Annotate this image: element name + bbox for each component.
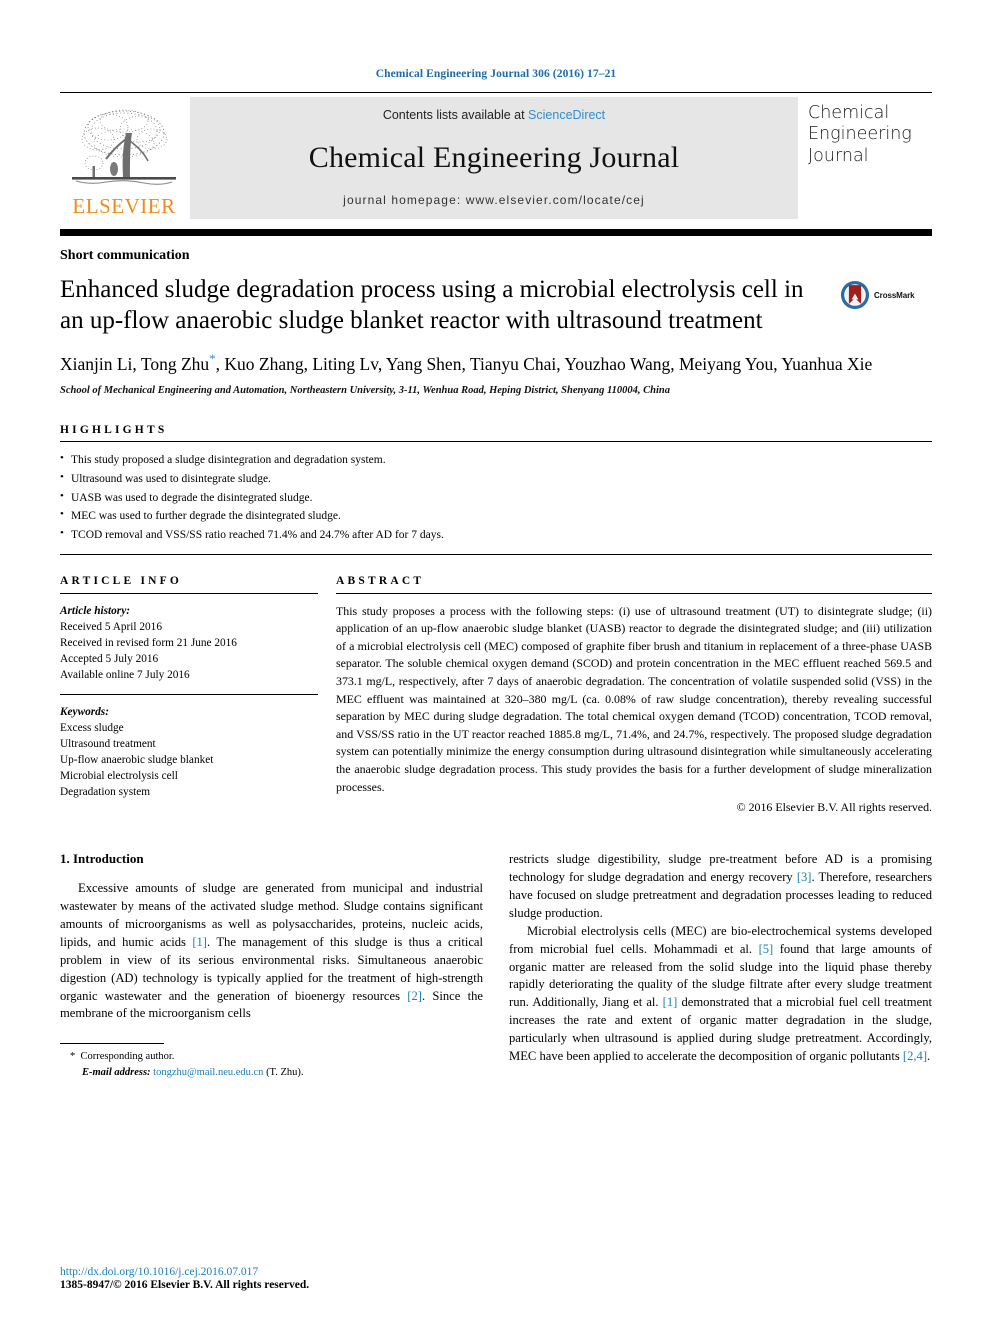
abstract-section: ABSTRACT This study proposes a process w… [336, 575, 932, 816]
section-heading-introduction: 1. Introduction [60, 851, 144, 867]
elsevier-wordmark: ELSEVIER [72, 194, 176, 218]
article-type: Short communication [60, 248, 190, 263]
body-column-left: 1. Introduction Excessive amounts of slu… [60, 851, 483, 1081]
abstract-copyright: © 2016 Elsevier B.V. All rights reserved… [736, 800, 932, 815]
body-columns: 1. Introduction Excessive amounts of slu… [60, 851, 932, 1081]
body-column-right: restricts sludge digestibility, sludge p… [509, 851, 932, 1081]
cover-title-line-3: Journal [808, 145, 869, 166]
article-history: Article history: Received 5 April 2016 R… [60, 603, 318, 683]
intro-paragraph-right-2: Microbial electrolysis cells (MEC) are b… [509, 923, 932, 1066]
keyword-item: Microbial electrolysis cell [60, 769, 178, 782]
keywords-head: Keywords: [60, 705, 109, 718]
keywords-block: Keywords: Excess sludge Ultrasound treat… [60, 704, 318, 800]
footnote-rule [60, 1043, 164, 1045]
sciencedirect-link[interactable]: ScienceDirect [528, 108, 605, 122]
cover-title: Chemical Engineering Journal [808, 103, 912, 167]
history-line: Received in revised form 21 June 2016 [60, 636, 237, 649]
page-title: Enhanced sludge degradation process usin… [60, 276, 804, 334]
list-item: UASB was used to degrade the disintegrat… [60, 488, 932, 508]
elsevier-tree-icon [68, 103, 180, 195]
contents-available-line: Contents lists available at ScienceDirec… [383, 108, 605, 122]
article-info-label: ARTICLE INFO [60, 574, 183, 587]
affiliation: School of Mechanical Engineering and Aut… [60, 385, 670, 397]
highlights-section: HIGHLIGHTS This study proposed a sludge … [60, 424, 932, 555]
citation-ref[interactable]: [2,4] [903, 1049, 927, 1063]
crossmark-label: CrossMark [874, 290, 915, 300]
keyword-item: Up-flow anaerobic sludge blanket [60, 753, 214, 766]
citation-ref[interactable]: [1] [663, 995, 678, 1009]
running-head: Chemical Engineering Journal 306 (2016) … [375, 68, 617, 80]
email-link[interactable]: tongzhu@mail.neu.edu.cn [153, 1067, 263, 1078]
cover-title-line-1: Chemical [808, 103, 890, 123]
journal-title: Chemical Engineering Journal [308, 140, 680, 174]
email-label: E-mail address: [82, 1067, 151, 1079]
doi-link[interactable]: http://dx.doi.org/10.1016/j.cej.2016.07.… [60, 1266, 309, 1278]
keywords-rule [60, 693, 318, 695]
footnote-block: * Corresponding author. E-mail address: … [60, 1049, 483, 1081]
abstract-label: ABSTRACT [336, 574, 425, 587]
keyword-item: Degradation system [60, 785, 151, 798]
author-names-primary: Xianjin Li, Tong Zhu [60, 353, 210, 374]
highlights-top-rule [60, 441, 932, 443]
citation-ref[interactable]: [2] [407, 989, 422, 1003]
masthead-center-box: Contents lists available at ScienceDirec… [190, 97, 798, 219]
footnote-marker: * [70, 1051, 76, 1063]
journal-cover-thumbnail: Chemical Engineering Journal [800, 97, 932, 219]
citation-ref[interactable]: [1] [192, 935, 207, 949]
article-history-head: Article history: [60, 604, 130, 617]
author-names-rest: , Kuo Zhang, Liting Lv, Yang Shen, Tiany… [215, 353, 873, 374]
list-item: Ultrasound was used to disintegrate slud… [60, 469, 932, 489]
title-row: Enhanced sludge degradation process usin… [60, 274, 932, 336]
article-info-rule [60, 592, 318, 594]
keyword-item: Excess sludge [60, 721, 124, 734]
masthead-black-bar [60, 229, 932, 236]
abstract-text: This study proposes a process with the f… [336, 603, 932, 794]
intro-paragraph-right-1: restricts sludge digestibility, sludge p… [509, 851, 932, 923]
crossmark-badge[interactable]: CrossMark [840, 274, 932, 310]
contents-prefix: Contents lists available at [382, 108, 529, 122]
intro-paragraph-left: Excessive amounts of sludge are generate… [60, 880, 483, 1023]
header-divider [60, 92, 932, 93]
highlights-list: This study proposed a sludge disintegrat… [60, 450, 932, 545]
abstract-rule [336, 592, 932, 594]
intro-right-f: . [927, 1048, 931, 1063]
citation-ref[interactable]: [3] [797, 870, 812, 884]
list-item: MEC was used to further degrade the disi… [60, 506, 932, 526]
elsevier-logo: ELSEVIER [60, 97, 188, 219]
keyword-item: Ultrasound treatment [60, 737, 156, 750]
author-list: Xianjin Li, Tong Zhu*, Kuo Zhang, Liting… [60, 350, 932, 376]
highlights-bottom-rule [60, 553, 932, 555]
history-line: Accepted 5 July 2016 [60, 652, 159, 665]
citation-ref[interactable]: [5] [759, 942, 774, 956]
footnote-email-line: E-mail address: tongzhu@mail.neu.edu.cn … [70, 1065, 483, 1081]
info-abstract-row: ARTICLE INFO Article history: Received 5… [60, 575, 932, 816]
list-item: This study proposed a sludge disintegrat… [60, 450, 932, 470]
footnote-corresponding: * Corresponding author. [70, 1049, 483, 1065]
history-line: Received 5 April 2016 [60, 620, 162, 633]
history-line: Available online 7 July 2016 [60, 668, 190, 681]
list-item: TCOD removal and VSS/SS ratio reached 71… [60, 525, 932, 545]
journal-homepage[interactable]: journal homepage: www.elsevier.com/locat… [343, 193, 645, 207]
journal-masthead: ELSEVIER Contents lists available at Sci… [60, 97, 932, 219]
paper-page: Chemical Engineering Journal 306 (2016) … [0, 0, 992, 1323]
page-footer: http://dx.doi.org/10.1016/j.cej.2016.07.… [60, 1266, 309, 1291]
cover-title-line-2: Engineering [808, 124, 912, 145]
article-info-section: ARTICLE INFO Article history: Received 5… [60, 575, 336, 816]
highlights-label: HIGHLIGHTS [60, 424, 168, 437]
email-suffix: (T. Zhu). [266, 1067, 304, 1079]
crossmark-icon [840, 280, 870, 310]
issn-copyright: 1385-8947/© 2016 Elsevier B.V. All right… [60, 1279, 310, 1291]
footnote-corresponding-text: Corresponding author. [80, 1051, 175, 1063]
